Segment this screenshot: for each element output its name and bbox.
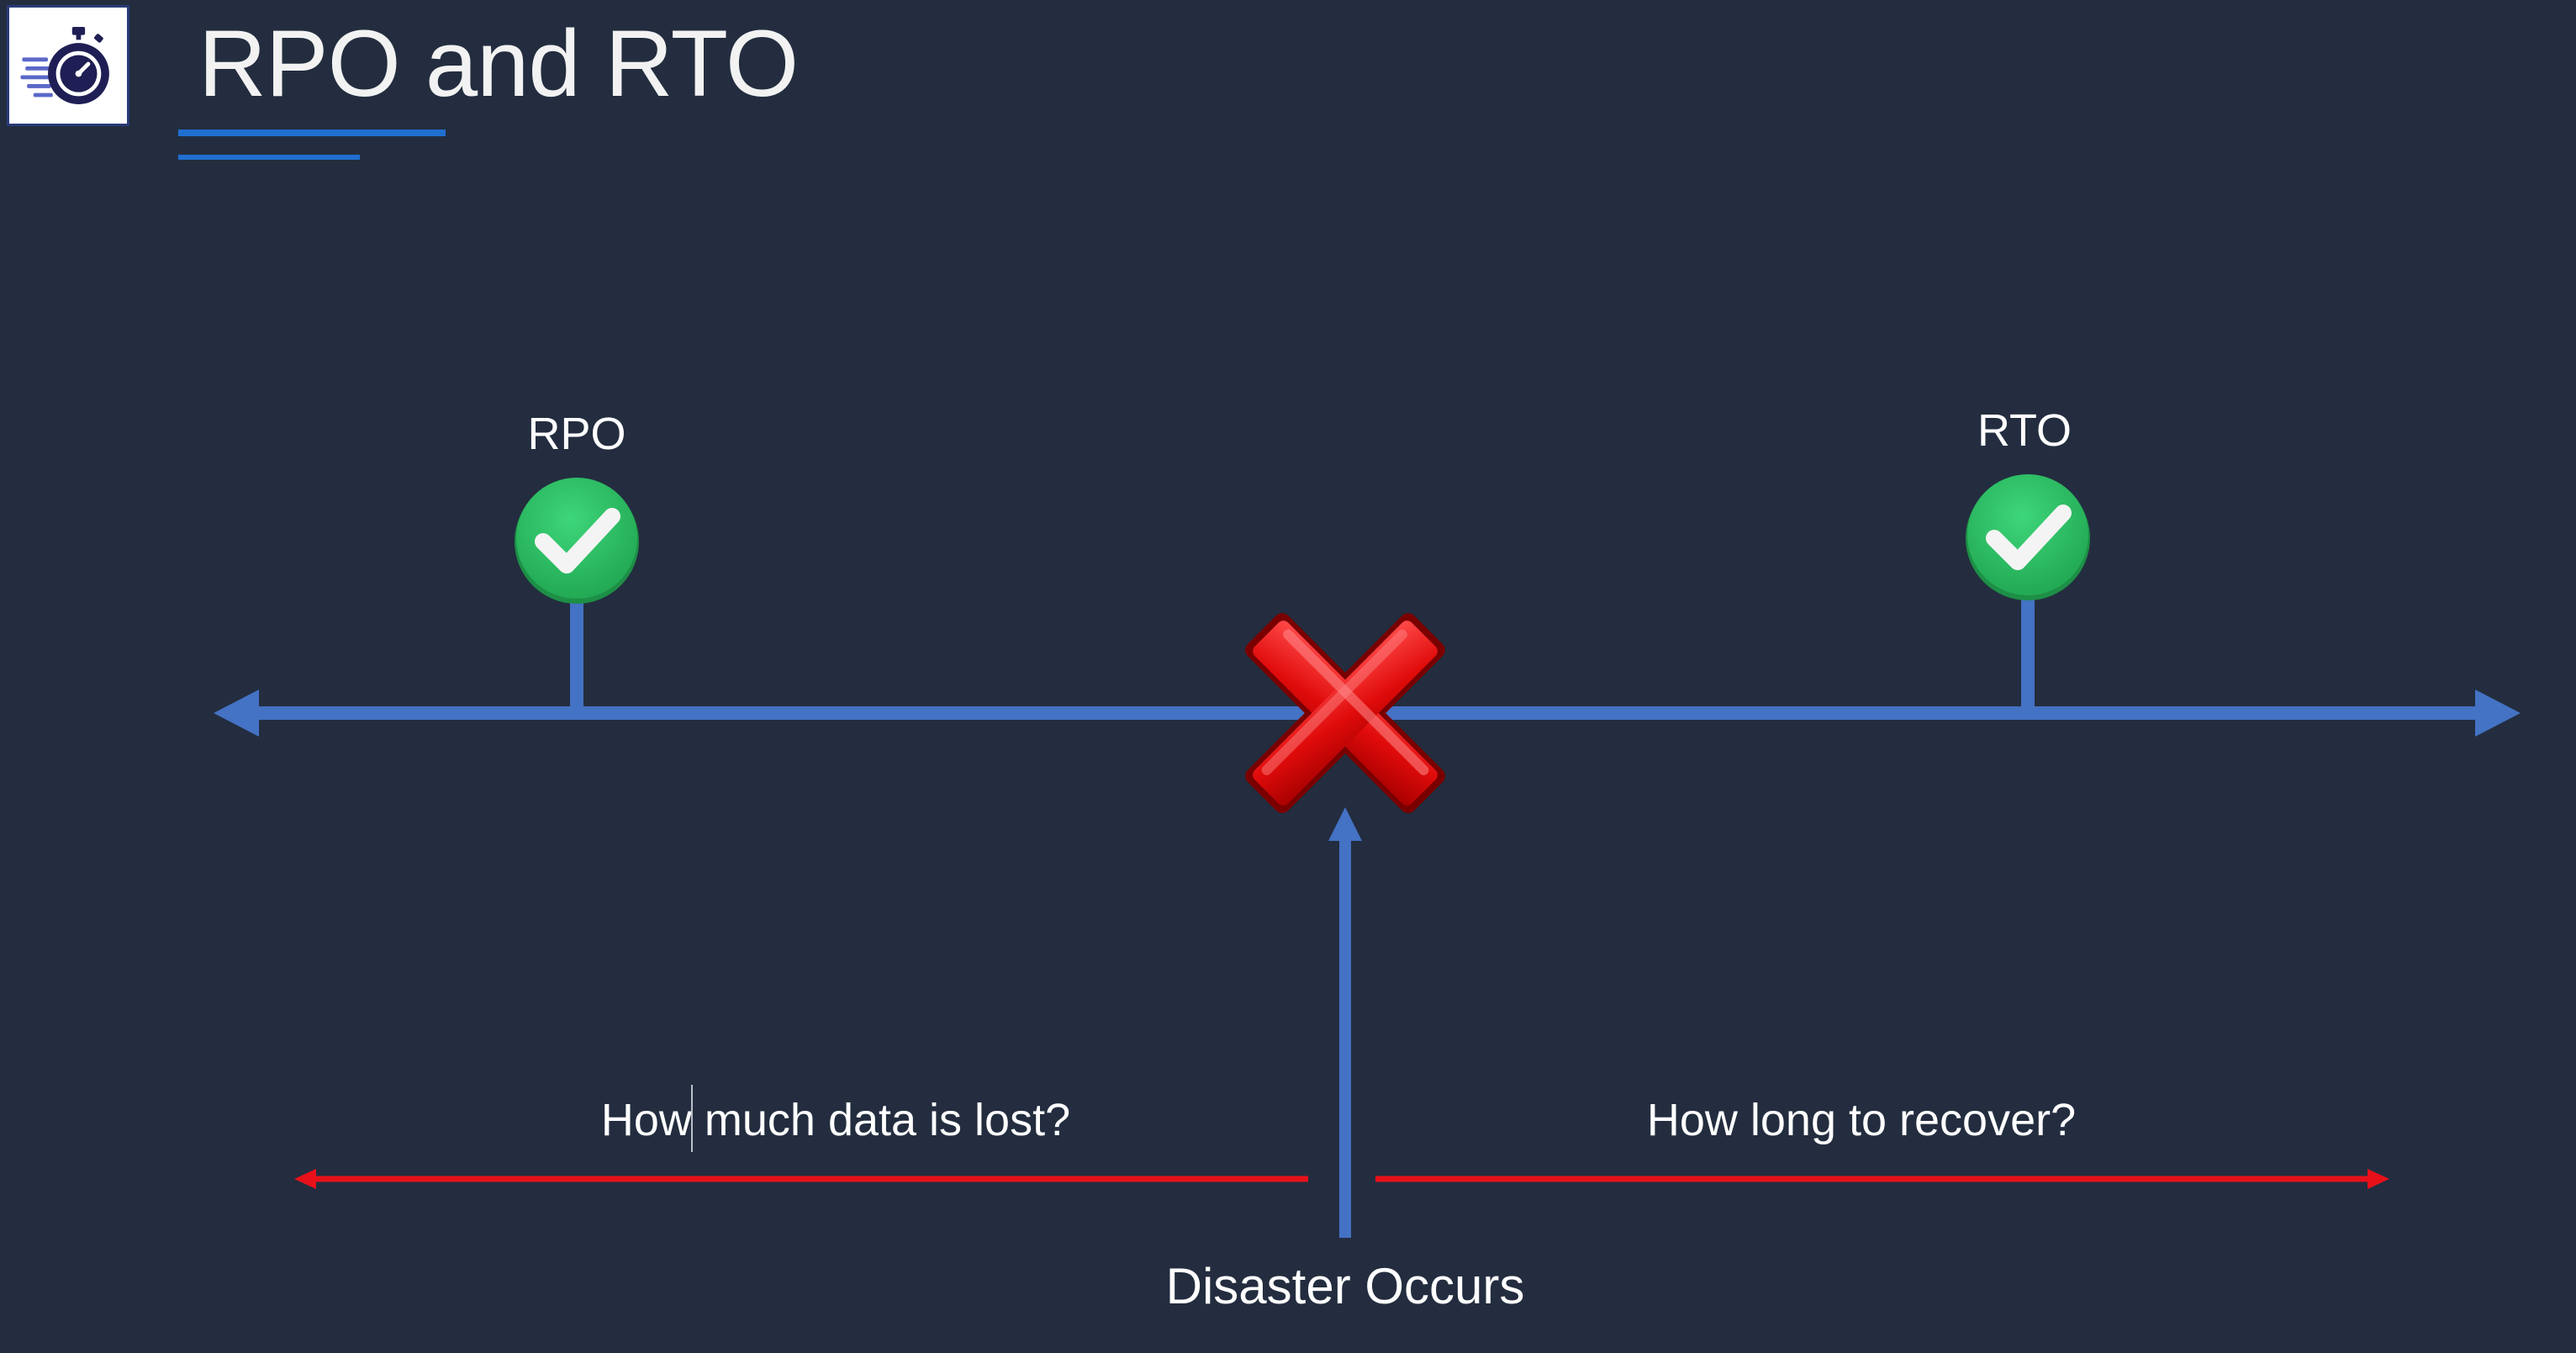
disaster-label: Disaster Occurs xyxy=(1165,1258,1525,1314)
slide: RPO and RTO RPO RTO How much data is los… xyxy=(0,0,2576,1353)
recovery-question: How long to recover? xyxy=(1646,1095,2077,1145)
timeline-diagram xyxy=(214,474,2521,1238)
green-check-icon xyxy=(1966,474,2090,600)
text-cursor xyxy=(691,1085,693,1152)
disaster-arrow xyxy=(1328,807,1362,1238)
data-loss-question: How much data is lost? xyxy=(600,1095,1071,1145)
rto-marker xyxy=(1966,474,2090,713)
rto-label: RTO xyxy=(1977,405,2072,456)
rpo-label: RPO xyxy=(527,409,626,459)
recovery-span-arrow xyxy=(1375,1169,2389,1189)
rpo-marker xyxy=(515,478,639,713)
data-loss-span-arrow xyxy=(294,1169,1308,1189)
green-check-icon xyxy=(515,478,639,604)
